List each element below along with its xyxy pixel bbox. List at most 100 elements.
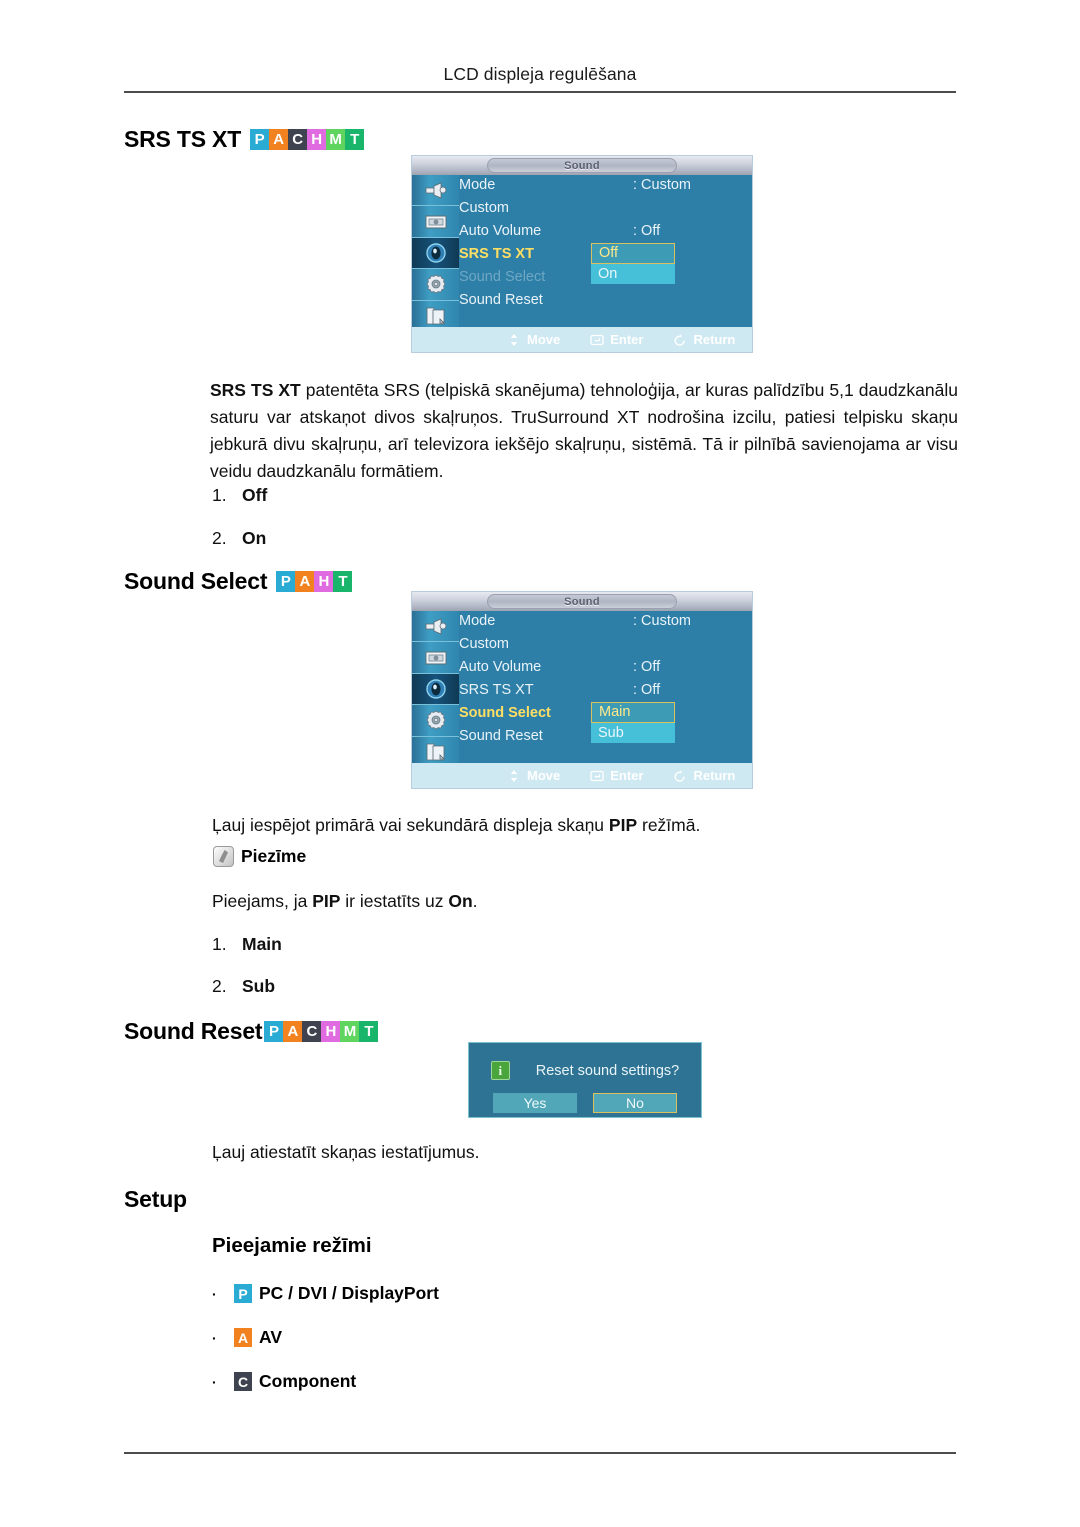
info-icon: i [490, 1061, 510, 1080]
osd-sidebar-item-setup-gear[interactable] [412, 269, 459, 301]
osd-item-value: : Off [633, 223, 661, 239]
list-value: On [242, 528, 267, 548]
footer-rule [124, 1452, 956, 1454]
osd-dropdown-option-off[interactable]: Off [591, 243, 675, 264]
document-page: LCD displeja regulēšana SRS TS XT PACHMT… [0, 0, 1080, 1527]
osd-sidebar-item-input-source[interactable] [412, 175, 459, 207]
heading-setup-text: Setup [124, 1186, 187, 1212]
list-item-srs-2: 2. On [212, 528, 266, 549]
osd-item-value: : Custom [633, 177, 692, 193]
running-head: LCD displeja regulēšana [443, 64, 637, 84]
paragraph-srs: SRS TS XT patentēta SRS (telpiskā skanēj… [210, 380, 958, 481]
heading-setup: Setup [124, 1186, 187, 1213]
osd-title-bar: Sound [412, 592, 752, 611]
osd-item-label: Sound Reset [459, 292, 543, 308]
osd-menu-item-sound-reset[interactable]: Sound Reset [459, 289, 744, 312]
badge-c-icon: C [234, 1372, 252, 1391]
dialog-no-button[interactable]: No [593, 1093, 677, 1113]
enter-key-icon [590, 769, 604, 783]
osd-menu-item-custom[interactable]: Custom [459, 633, 744, 656]
setup-gear-icon [422, 709, 450, 731]
return-arrow-icon [673, 333, 687, 347]
osd-sidebar-item-picture[interactable] [412, 206, 459, 238]
badge-a-icon: A [269, 129, 289, 150]
updown-arrow-icon [507, 333, 521, 347]
osd-window-sound-select: Sound Mode: Custom Custom Auto Volume: Off S… [412, 592, 752, 788]
osd-footer-bar: Move Enter Return [412, 763, 752, 788]
badge-p-icon: P [234, 1284, 252, 1303]
osd-title-pill: Sound [486, 594, 678, 609]
dialog-buttons: Yes No [469, 1093, 701, 1113]
osd-sidebar-item-setup-gear[interactable] [412, 705, 459, 737]
osd-menu-item-custom[interactable]: Custom [459, 197, 744, 220]
return-arrow-icon [673, 769, 687, 783]
enter-key-icon [590, 333, 604, 347]
osd-menu-item-srs-ts-xt[interactable]: SRS TS XT: Off [459, 679, 744, 702]
osd-footer-label: Enter [610, 768, 644, 783]
dialog-yes-button[interactable]: Yes [493, 1093, 577, 1113]
badge-m-icon: M [326, 129, 346, 150]
badge-a-icon: A [283, 1021, 303, 1042]
osd-dropdown-option-sub[interactable]: Sub [591, 723, 675, 743]
osd-item-label: Sound Select [459, 269, 546, 285]
description-sound-reset: Ļauj atiestatīt skaņas iestatījumus. [212, 1142, 480, 1162]
heading-sound-reset: Sound Reset PACHMT [124, 1018, 379, 1045]
osd-item-label: SRS TS XT [459, 246, 534, 262]
osd-menu-item-mode[interactable]: Mode : Custom [459, 610, 744, 633]
osd-sidebar [412, 175, 460, 327]
input-source-icon [422, 615, 450, 637]
note-label: Piezīme [241, 846, 307, 866]
osd-dropdown[interactable]: Main Sub [591, 702, 675, 743]
osd-footer-label: Move [527, 768, 561, 783]
description-sound-select: Ļauj iespējot primārā vai sekundārā disp… [212, 815, 701, 835]
osd-item-label: Sound Select [459, 705, 551, 721]
badge-c-icon: C [288, 129, 308, 150]
osd-footer-label: Enter [610, 332, 644, 347]
list-number: 2. [212, 528, 227, 548]
multi-control-icon [422, 305, 450, 327]
note-icon [213, 846, 234, 867]
badge-p-icon: P [250, 129, 270, 150]
osd-menu-item-mode[interactable]: Mode : Custom [459, 174, 744, 197]
list-value: Main [242, 934, 282, 954]
heading-sound-reset-text: Sound Reset [124, 1018, 263, 1044]
osd-title-pill: Sound [486, 158, 678, 173]
osd-footer-bar: Move Enter Return [412, 327, 752, 352]
osd-item-label: Mode [459, 177, 496, 193]
osd-item-label: Mode [459, 613, 496, 629]
bullet-icon: · [212, 1373, 217, 1390]
updown-arrow-icon [507, 769, 521, 783]
badge-p-icon: P [264, 1021, 284, 1042]
osd-menu-item-auto-volume[interactable]: Auto Volume: Off [459, 220, 744, 243]
setup-gear-icon [422, 273, 450, 295]
osd-item-value: : Off [633, 659, 661, 675]
badge-p-icon: P [276, 571, 296, 592]
badge-h-icon: H [314, 571, 334, 592]
osd-sidebar-item-picture[interactable] [412, 642, 459, 674]
mode-label-av: AV [259, 1327, 283, 1347]
osd-footer-label: Return [693, 332, 736, 347]
list-item-select-1: 1. Main [212, 934, 282, 955]
osd-sidebar-item-sound[interactable] [412, 673, 459, 706]
reset-confirm-dialog: i Reset sound settings? Yes No [469, 1043, 701, 1117]
badge-h-icon: H [321, 1021, 341, 1042]
osd-sidebar-item-sound[interactable] [412, 237, 459, 270]
osd-sidebar-item-input-source[interactable] [412, 611, 459, 643]
osd-item-label: Auto Volume [459, 659, 542, 675]
osd-window-srs: Sound Mode : Custom Custom Auto Volume: Off S… [412, 156, 752, 352]
available-modes-list: · P PC / DVI / DisplayPort · A AV · C Co… [212, 1283, 439, 1415]
osd-item-value: : Custom [633, 613, 692, 629]
heading-sound-select: Sound Select PAHT [124, 568, 353, 595]
osd-dropdown-option-main[interactable]: Main [591, 702, 675, 723]
osd-item-value: : Off [633, 682, 661, 698]
mode-label-pc: PC / DVI / DisplayPort [259, 1283, 439, 1303]
list-value: Sub [242, 976, 276, 996]
badge-t-icon: T [345, 129, 365, 150]
osd-menu-item-auto-volume[interactable]: Auto Volume : Off [459, 656, 744, 679]
osd-dropdown-option-on[interactable]: On [591, 264, 675, 284]
osd-item-label: Sound Reset [459, 728, 543, 744]
bullet-icon: · [212, 1329, 217, 1346]
osd-dropdown[interactable]: Off On [591, 243, 675, 284]
osd-title-text: Sound [564, 595, 600, 608]
osd-footer-move: Move [507, 332, 560, 347]
